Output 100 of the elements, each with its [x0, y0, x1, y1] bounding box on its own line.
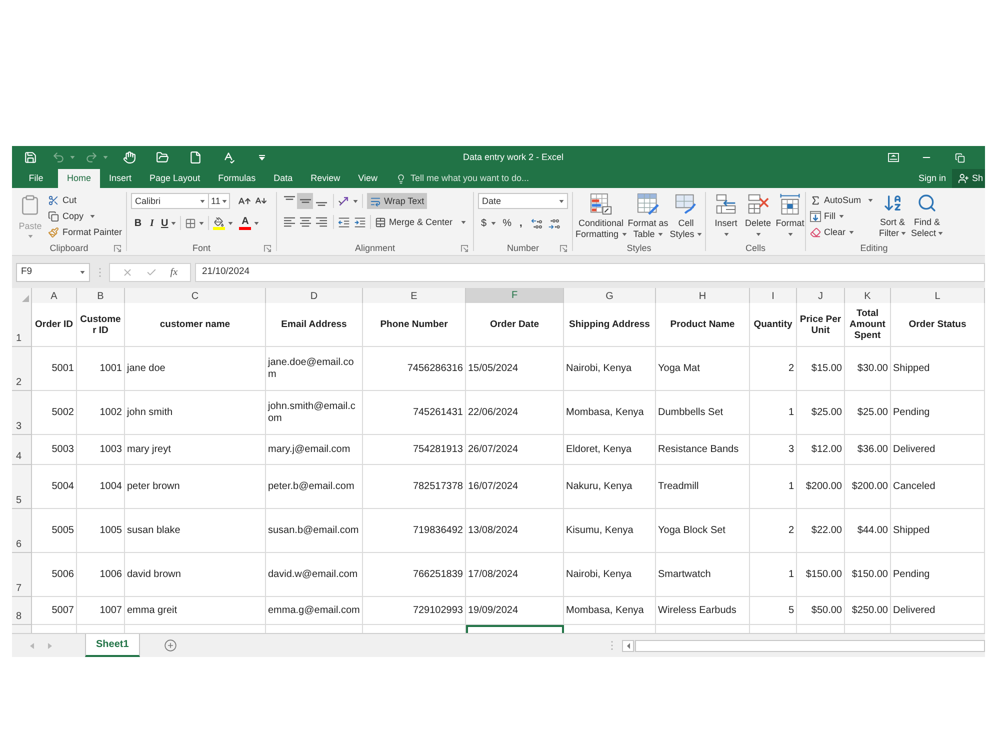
table-cell: mary.j@email.com: [266, 435, 363, 465]
format-painter-button[interactable]: Format Painter: [48, 225, 122, 240]
group-label: Cells: [745, 242, 766, 254]
sign-in-link[interactable]: Sign in: [918, 169, 952, 188]
increase-indent-icon[interactable]: [354, 216, 366, 228]
font-color-button[interactable]: A: [239, 216, 260, 230]
row-header[interactable]: 1: [12, 303, 32, 347]
borders-button[interactable]: [185, 218, 204, 228]
fill-color-button[interactable]: [213, 216, 234, 230]
table-cell: Dumbbells Set: [656, 391, 750, 435]
percent-button[interactable]: %: [502, 218, 512, 228]
ribbon-tab[interactable]: Formulas: [209, 169, 265, 188]
dialog-launcher-icon[interactable]: [560, 245, 567, 252]
folder-icon[interactable]: [156, 151, 169, 164]
restore-icon[interactable]: [954, 152, 964, 162]
autosum-button[interactable]: AutoSum: [810, 193, 876, 208]
bold-button[interactable]: B: [131, 218, 145, 228]
caret-icon: [490, 222, 496, 224]
row-header[interactable]: 3: [12, 391, 32, 435]
borders-icon: [185, 218, 196, 228]
sort-filter-button[interactable]: Sort & Filter: [876, 193, 909, 239]
ribbon-tab[interactable]: Page Layout: [140, 169, 210, 188]
wrap-text-button[interactable]: Wrap Text: [367, 193, 428, 209]
styles-button[interactable]: Format as Table: [627, 193, 669, 240]
copy-button[interactable]: Copy: [48, 209, 122, 224]
comma-button[interactable]: ,: [519, 218, 522, 228]
cut-button[interactable]: Cut: [48, 193, 122, 208]
table-cell: 1003: [77, 435, 125, 465]
table-header-cell: Total Amount Spent: [845, 303, 891, 347]
row-header[interactable]: 5: [12, 465, 32, 509]
caret-icon: [80, 270, 85, 274]
currency-button[interactable]: $: [481, 218, 496, 228]
cells-button[interactable]: Insert: [711, 193, 741, 236]
sigma-icon: [810, 195, 821, 206]
table-header-cell: Email Address: [266, 303, 363, 347]
caret-icon: [90, 215, 96, 218]
add-sheet-icon[interactable]: [164, 639, 177, 652]
row-header[interactable]: 4: [12, 435, 32, 465]
ribbon-tab[interactable]: File: [14, 169, 58, 188]
file-icon[interactable]: [189, 151, 202, 164]
styles-button[interactable]: Cell Styles: [669, 193, 703, 240]
table-cell: susan blake: [125, 509, 266, 553]
table-header-cell: Order Date: [466, 303, 564, 347]
dialog-launcher-icon[interactable]: [461, 245, 468, 252]
caret-icon: [222, 200, 227, 202]
merge-center-button[interactable]: Merge & Center: [375, 216, 466, 228]
format-cells-icon: [779, 193, 801, 215]
vertical-align-button[interactable]: [297, 193, 313, 209]
table-header-cell: Product Name: [656, 303, 750, 347]
table-cell: $15.00: [797, 347, 845, 391]
ribbon-tab[interactable]: Data: [264, 169, 302, 188]
row-header[interactable]: 7: [12, 553, 32, 597]
table-cell: emma.g@email.com: [266, 597, 363, 625]
save-icon[interactable]: [24, 151, 37, 164]
font-name-field[interactable]: Calibri: [131, 193, 209, 209]
name-box-field[interactable]: F9: [16, 262, 90, 282]
table-cell: Delivered: [891, 597, 985, 625]
row-header[interactable]: 2: [12, 347, 32, 391]
ribbon-tab[interactable]: Review: [302, 169, 350, 188]
increase-decimal-icon[interactable]: [531, 218, 544, 228]
ribbon-tab[interactable]: Insert: [100, 169, 141, 188]
fill-button[interactable]: Fill: [810, 209, 876, 224]
table-cell: Nairobi, Kenya: [564, 553, 656, 597]
ribbon-tab[interactable]: Home: [58, 169, 100, 188]
caret-icon: [658, 233, 663, 236]
row-header[interactable]: 6: [12, 509, 32, 553]
sheet-tab[interactable]: Sheet1: [85, 634, 140, 657]
styles-button[interactable]: Conditional Formatting: [575, 193, 627, 240]
underline-button[interactable]: U: [161, 218, 176, 228]
spell-check-icon[interactable]: [222, 151, 235, 164]
hand-icon[interactable]: [123, 151, 136, 164]
clear-button[interactable]: Clear: [810, 225, 876, 240]
font-size-field[interactable]: 11: [209, 193, 230, 209]
table-cell: $25.00: [797, 391, 845, 435]
italic-button[interactable]: I: [145, 218, 159, 228]
tell-me-field[interactable]: Tell me what you want to do...: [410, 173, 540, 184]
ribbon-display-options-icon[interactable]: [888, 153, 899, 162]
splitter-handle-icon[interactable]: [611, 641, 613, 650]
cells-button[interactable]: Delete: [743, 193, 773, 236]
ribbon-tab[interactable]: View: [349, 169, 386, 188]
formula-field[interactable]: 21/10/2024: [195, 262, 985, 282]
caret-icon: [697, 233, 702, 236]
horizontal-scrollbar[interactable]: [622, 640, 985, 652]
table-cell: mary jreyt: [125, 435, 266, 465]
decrease-decimal-icon[interactable]: [548, 218, 560, 228]
caret-icon: [460, 220, 466, 224]
number-format-field[interactable]: Date: [478, 193, 568, 209]
dialog-launcher-icon[interactable]: [114, 245, 121, 252]
orientation-button[interactable]: [338, 195, 358, 207]
customize-caret-icon[interactable]: [258, 154, 264, 160]
share-button[interactable]: Sh: [952, 169, 985, 188]
fill-down-icon: [810, 211, 821, 222]
dialog-launcher-icon[interactable]: [264, 245, 271, 252]
find-select-button[interactable]: Find & Select: [909, 193, 945, 239]
decrease-indent-icon[interactable]: [338, 216, 350, 228]
row-header[interactable]: 8: [12, 597, 32, 625]
table-cell: 719836492: [363, 509, 466, 553]
cells-button[interactable]: Format: [775, 193, 805, 236]
insert-function-button[interactable]: fx: [170, 264, 178, 280]
table-cell: 1005: [77, 509, 125, 553]
